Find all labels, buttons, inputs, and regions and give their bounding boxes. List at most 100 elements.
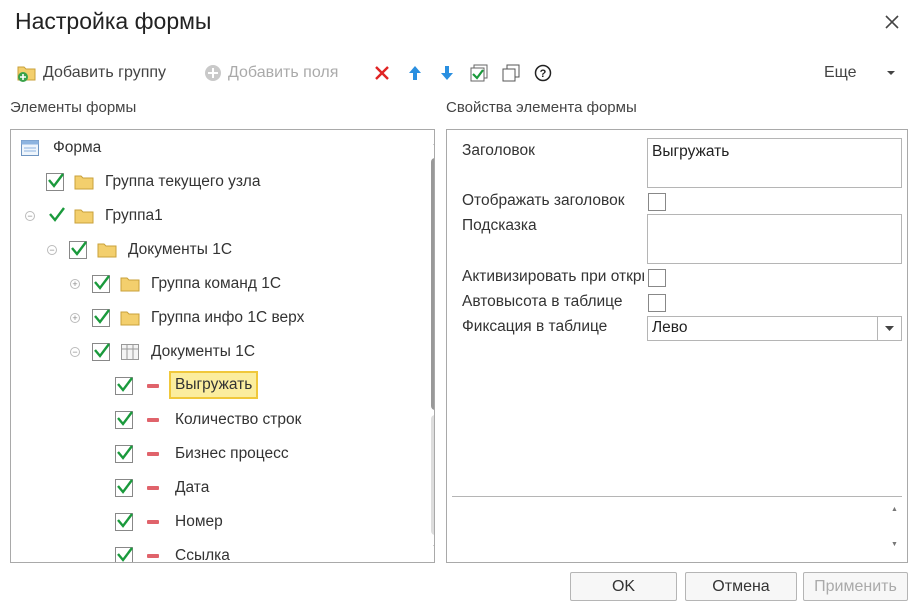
more-label: Еще [824,64,857,81]
field-icon [147,418,159,422]
checkbox[interactable] [115,377,133,395]
collapse-icon[interactable]: − [47,245,57,255]
tree-item-current-node-group[interactable]: Группа текущего узла [11,168,421,196]
chevron-down-icon[interactable] [880,62,902,84]
show-title-checkbox[interactable] [648,193,666,211]
prop-autoheight-label: Автовысота в таблице [462,293,623,310]
field-icon [147,520,159,524]
prop-show-title-label: Отображать заголовок [462,192,625,209]
tree-item-label: Количество строк [175,411,302,428]
tree-header: Элементы формы [10,99,137,116]
table-icon [121,344,139,360]
tree-item-label: Группа1 [105,207,163,224]
checkbox[interactable] [115,479,133,497]
tree-item-label: Номер [175,513,223,530]
scroll-down-icon[interactable]: ▼ [432,544,434,551]
help-icon[interactable]: ? [532,62,554,84]
autoheight-checkbox[interactable] [648,294,666,312]
apply-button[interactable]: Применить [803,572,908,601]
expand-icon[interactable]: + [70,279,80,289]
delete-icon[interactable] [371,62,393,84]
chevron-down-icon[interactable] [877,317,901,340]
checkbox[interactable] [92,275,110,293]
scroll-up-icon[interactable]: ▲ [891,506,898,513]
tree-item-link[interactable]: Ссылка [11,542,421,563]
tree-item-documents-1c-table[interactable]: − Документы 1С [11,338,421,366]
properties-panel: Заголовок Выгружать Отображать заголовок… [446,129,908,563]
folder-icon [97,243,117,258]
move-up-icon[interactable] [404,62,426,84]
prop-activate-label: Активизировать при открытии [462,268,644,285]
tree-item-documents-1c-folder[interactable]: − Документы 1С [11,236,421,264]
add-fields-icon [205,65,221,81]
add-fields-label: Добавить поля [228,64,339,81]
fix-select[interactable]: Лево [647,316,902,341]
check-icon[interactable] [47,204,67,224]
tree-item-form[interactable]: Форма [11,134,421,162]
copy-icon[interactable] [500,62,522,84]
checkbox[interactable] [115,513,133,531]
tree-item-label: Бизнес процесс [175,445,289,462]
tree-item-label: Группа текущего узла [105,173,261,190]
add-fields-button[interactable]: Добавить поля [203,60,338,86]
tree-item-business-process[interactable]: Бизнес процесс [11,440,421,468]
tree-item-label: Ссылка [175,547,230,563]
folder-icon [120,311,140,326]
tree-item-label: Документы 1С [128,241,233,258]
tree-item-export[interactable]: Выгружать [11,371,421,400]
fix-select-value: Лево [652,319,688,336]
expand-icon[interactable]: + [70,313,80,323]
checkbox[interactable] [115,411,133,429]
tree-item-label: Дата [175,479,210,496]
more-button[interactable]: Еще [824,60,857,86]
field-icon [147,452,159,456]
ok-button[interactable]: OK [570,572,677,601]
scroll-down-icon[interactable]: ▼ [891,541,898,548]
props-header: Свойства элемента формы [446,99,637,116]
checkbox[interactable] [46,173,64,191]
scroll-thumb[interactable] [431,158,434,410]
prop-tooltip-label: Подсказка [462,217,537,234]
tooltip-field[interactable] [647,214,902,264]
form-elements-tree[interactable]: Форма Группа текущего узла − Группа1 − Д… [10,129,435,563]
close-icon[interactable] [880,10,904,34]
checkbox[interactable] [115,445,133,463]
tree-item-info-group[interactable]: + Группа инфо 1С верх [11,304,421,332]
checkbox[interactable] [92,343,110,361]
tree-item-label: Форма [53,139,102,156]
checkbox[interactable] [115,547,133,562]
tree-item-group1[interactable]: − Группа1 [11,202,421,230]
collapse-icon[interactable]: − [70,347,80,357]
folder-icon [74,175,94,190]
tree-item-command-group[interactable]: + Группа команд 1С [11,270,421,298]
prop-title-label: Заголовок [462,142,535,159]
folder-icon [74,209,94,224]
tree-item-date[interactable]: Дата [11,474,421,502]
field-icon [147,554,159,558]
tree-item-number[interactable]: Номер [11,508,421,536]
add-group-label: Добавить группу [43,64,167,81]
cancel-button[interactable]: Отмена [685,572,797,601]
toolbar: Добавить группу Добавить поля ? Еще [0,60,915,86]
move-down-icon[interactable] [436,62,458,84]
tree-item-row-count[interactable]: Количество строк [11,406,421,434]
add-group-button[interactable]: Добавить группу [16,60,166,86]
scroll-track[interactable] [431,415,434,535]
field-icon [147,486,159,490]
tree-item-label: Группа инфо 1С верх [151,309,305,326]
form-icon [21,140,39,156]
checkbox[interactable] [69,241,87,259]
tree-scrollbar[interactable]: ▲ ▼ [429,130,434,562]
title-field[interactable]: Выгружать [647,138,902,188]
tree-item-label: Документы 1С [151,343,256,360]
checkbox[interactable] [92,309,110,327]
check-all-icon[interactable] [468,62,490,84]
field-icon [147,384,159,388]
tree-item-label: Выгружать [169,371,259,399]
dialog-title: Настройка формы [15,8,212,34]
collapse-icon[interactable]: − [25,211,35,221]
activate-checkbox[interactable] [648,269,666,287]
scroll-up-icon[interactable]: ▲ [432,140,434,147]
svg-text:?: ? [540,68,547,80]
tree-item-label: Группа команд 1С [151,275,282,292]
